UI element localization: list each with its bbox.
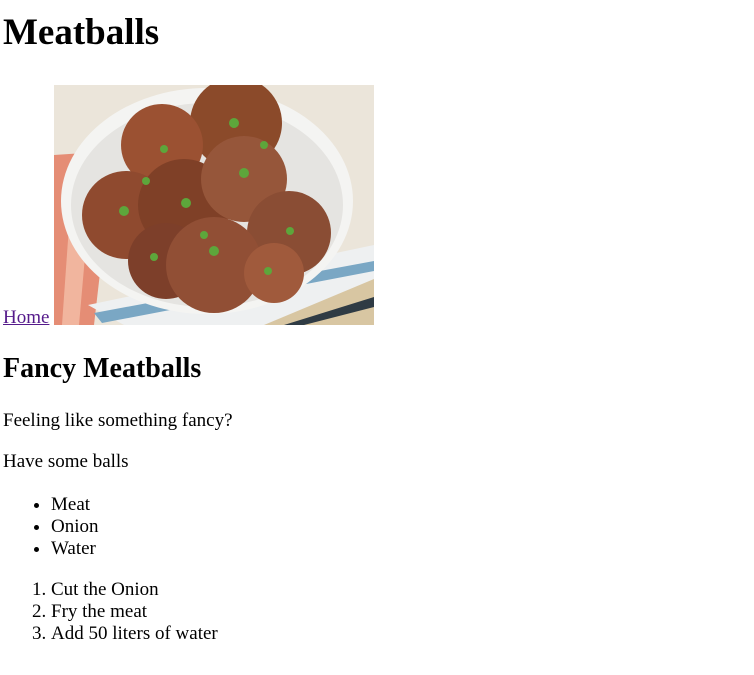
steps-list: Cut the Onion Fry the meat Add 50 liters… xyxy=(0,579,218,645)
list-item: Cut the Onion xyxy=(51,579,218,601)
page: Meatballs Home Fancy Meatballs Feeling l… xyxy=(0,0,754,675)
tagline-paragraph: Have some balls xyxy=(3,451,129,472)
list-item: Fry the meat xyxy=(51,601,218,623)
intro-paragraph: Feeling like something fancy? xyxy=(3,410,233,431)
list-item: Water xyxy=(51,538,99,560)
meatballs-image xyxy=(54,85,374,325)
recipe-title: Fancy Meatballs xyxy=(3,353,202,384)
page-title: Meatballs xyxy=(3,12,160,53)
ingredients-list: Meat Onion Water xyxy=(0,494,99,560)
list-item: Onion xyxy=(51,516,99,538)
list-item: Add 50 liters of water xyxy=(51,623,218,645)
home-link[interactable]: Home xyxy=(3,307,49,329)
list-item: Meat xyxy=(51,494,99,516)
